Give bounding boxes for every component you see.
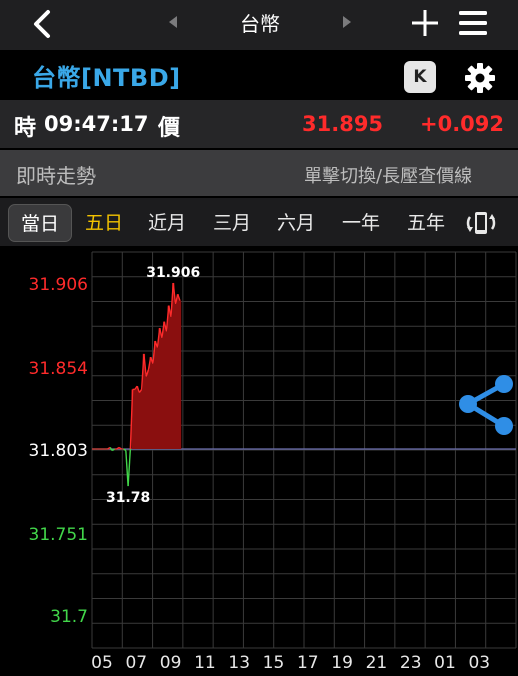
price-line-segment — [127, 448, 132, 487]
x-tick-label: 09 — [160, 653, 182, 673]
x-tick-label: 21 — [366, 653, 388, 673]
x-tick-label: 19 — [331, 653, 353, 673]
x-tick-label: 03 — [468, 653, 490, 673]
tab-one-month[interactable]: 近月 — [137, 204, 197, 242]
section-title: 即時走勢 — [16, 164, 96, 188]
share-button[interactable] — [456, 372, 516, 438]
x-tick-label: 23 — [400, 653, 422, 673]
nav-title: 台幣 — [240, 12, 280, 36]
triangle-left-icon — [169, 16, 177, 28]
previous-item-button[interactable] — [166, 14, 180, 30]
rotate-screen-button[interactable] — [464, 208, 498, 238]
price-label: 價 — [158, 116, 181, 141]
tab-three-month[interactable]: 三月 — [202, 204, 262, 242]
x-tick-label: 15 — [263, 653, 285, 673]
y-tick-label: 31.906 — [29, 275, 88, 295]
y-tick-label: 31.854 — [29, 359, 88, 379]
last-price: 31.895 — [302, 112, 384, 136]
plus-icon — [412, 10, 438, 36]
y-tick-label: 31.751 — [29, 525, 88, 545]
tab-six-month[interactable]: 六月 — [266, 204, 326, 242]
x-tick-label: 01 — [434, 653, 456, 673]
x-tick-label: 05 — [91, 653, 113, 673]
price-change: +0.092 — [420, 112, 505, 136]
x-tick-label: 13 — [228, 653, 250, 673]
y-tick-label: 31.7 — [50, 607, 88, 627]
symbol-title: 台幣[NTBD] — [32, 64, 181, 92]
y-tick-label: 31.803 — [29, 441, 88, 461]
tab-one-year[interactable]: 一年 — [331, 204, 391, 242]
k-line-button[interactable]: K — [404, 61, 436, 93]
menu-button[interactable] — [456, 6, 490, 40]
intraday-chart-svg: 31.906 31.854 31.803 31.751 31.7 05 07 09 11 13 15… — [29, 251, 517, 673]
time-label: 時 — [14, 116, 37, 141]
share-icon — [459, 375, 513, 435]
switch-hint: 單擊切換/長壓查價線 — [304, 166, 473, 187]
rotate-screen-icon — [466, 212, 496, 234]
settings-button[interactable] — [462, 60, 498, 96]
triangle-right-icon — [343, 16, 351, 28]
tab-five-year[interactable]: 五年 — [396, 204, 456, 242]
intraday-chart[interactable]: 31.906 31.854 31.803 31.751 31.7 05 07 09 11 13 15… — [0, 248, 518, 676]
add-button[interactable] — [408, 6, 442, 40]
next-item-button[interactable] — [340, 14, 354, 30]
x-tick-label: 11 — [194, 653, 216, 673]
x-tick-label: 07 — [125, 653, 147, 673]
back-button[interactable] — [28, 6, 62, 42]
high-price-label: 31.906 — [146, 265, 200, 281]
quote-time: 09:47:17 — [44, 112, 149, 136]
tab-five-day[interactable]: 五日 — [74, 204, 134, 242]
gear-icon — [465, 63, 495, 93]
chevron-left-icon — [34, 10, 50, 38]
low-price-label: 31.78 — [106, 490, 150, 506]
hamburger-menu-icon — [459, 11, 487, 35]
x-tick-label: 17 — [297, 653, 319, 673]
tab-intraday[interactable]: 當日 — [8, 204, 72, 242]
